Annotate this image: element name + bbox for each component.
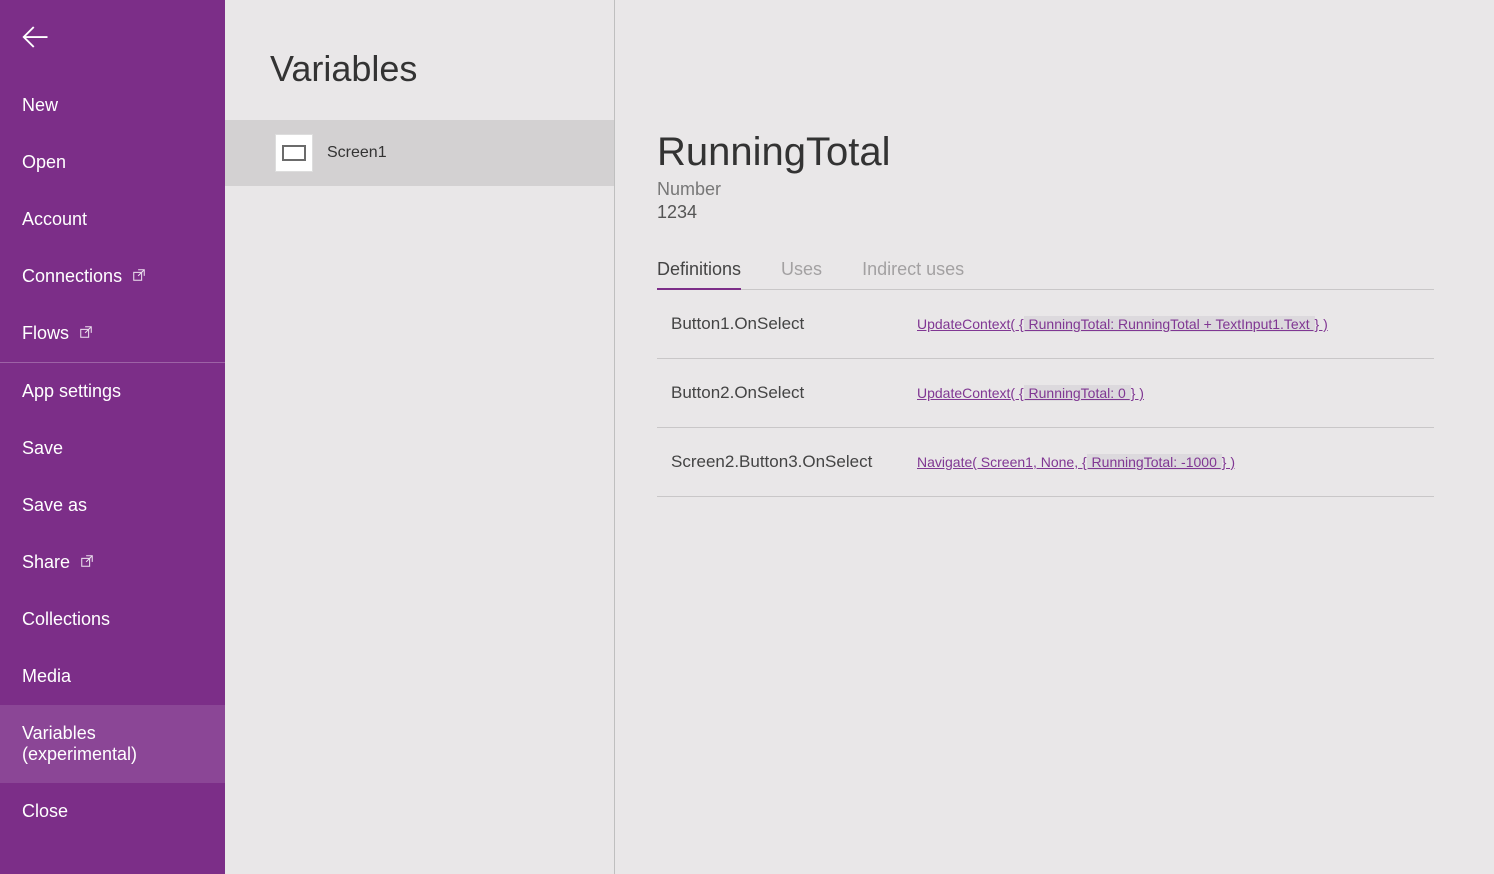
- screen-label: Screen1: [327, 144, 387, 162]
- sidebar-item-label: Connections: [22, 266, 122, 287]
- screens-panel: Variables Screen1: [225, 0, 615, 874]
- sidebar-item-label: Save: [22, 438, 63, 459]
- definition-formula-link[interactable]: Navigate( Screen1, None, { RunningTotal:…: [917, 454, 1235, 470]
- sidebar-item-label: Variables (experimental): [22, 723, 203, 765]
- formula-highlight: RunningTotal: -1000: [1087, 454, 1222, 470]
- sidebar-item-share[interactable]: Share: [0, 534, 225, 591]
- screen-row[interactable]: Screen1: [225, 120, 614, 186]
- sidebar-item-flows[interactable]: Flows: [0, 305, 225, 362]
- definition-source: Screen2.Button3.OnSelect: [671, 452, 917, 472]
- external-link-icon: [132, 266, 146, 287]
- sidebar-item-label: Account: [22, 209, 87, 230]
- tab-definitions[interactable]: Definitions: [657, 259, 741, 290]
- sidebar-item-collections[interactable]: Collections: [0, 591, 225, 648]
- sidebar-item-label: Media: [22, 666, 71, 687]
- sidebar-item-label: Collections: [22, 609, 110, 630]
- variable-value: 1234: [657, 202, 1434, 223]
- variable-type: Number: [657, 179, 1434, 200]
- definition-formula-link[interactable]: UpdateContext( { RunningTotal: 0 } ): [917, 385, 1144, 401]
- sidebar-item-media[interactable]: Media: [0, 648, 225, 705]
- formula-highlight: RunningTotal: 0: [1024, 385, 1131, 401]
- sidebar-item-app-settings[interactable]: App settings: [0, 363, 225, 420]
- back-button[interactable]: [0, 0, 225, 77]
- sidebar-item-new[interactable]: New: [0, 77, 225, 134]
- definition-row: Button2.OnSelectUpdateContext( { Running…: [657, 359, 1434, 428]
- formula-prefix: Navigate( Screen1, None, {: [917, 454, 1087, 470]
- detail-tabs: Definitions Uses Indirect uses: [657, 259, 1434, 290]
- sidebar-item-label: Open: [22, 152, 66, 173]
- definition-source: Button1.OnSelect: [671, 314, 917, 334]
- sidebar-item-save[interactable]: Save: [0, 420, 225, 477]
- formula-highlight: RunningTotal: RunningTotal + TextInput1.…: [1024, 316, 1315, 332]
- formula-suffix: } ): [1222, 454, 1235, 470]
- arrow-left-icon: [20, 39, 50, 56]
- sidebar-item-label: Close: [22, 801, 68, 822]
- sidebar-item-label: App settings: [22, 381, 121, 402]
- definition-source: Button2.OnSelect: [671, 383, 917, 403]
- definition-formula-link[interactable]: UpdateContext( { RunningTotal: RunningTo…: [917, 316, 1328, 332]
- sidebar-item-open[interactable]: Open: [0, 134, 225, 191]
- sidebar-item-save-as[interactable]: Save as: [0, 477, 225, 534]
- sidebar-item-label: New: [22, 95, 58, 116]
- sidebar: New Open Account Connections Flows App settin…: [0, 0, 225, 874]
- formula-suffix: } ): [1131, 385, 1144, 401]
- variable-detail: RunningTotal Number 1234 Definitions Uses…: [615, 0, 1494, 874]
- panel-title: Variables: [225, 48, 614, 120]
- sidebar-item-connections[interactable]: Connections: [0, 248, 225, 305]
- sidebar-item-close[interactable]: Close: [0, 783, 225, 840]
- sidebar-item-variables-experimental[interactable]: Variables (experimental): [0, 705, 225, 783]
- sidebar-item-label: Flows: [22, 323, 69, 344]
- external-link-icon: [79, 323, 93, 344]
- definition-row: Screen2.Button3.OnSelectNavigate( Screen…: [657, 428, 1434, 497]
- sidebar-item-label: Share: [22, 552, 70, 573]
- screen-icon: [275, 134, 313, 172]
- sidebar-item-account[interactable]: Account: [0, 191, 225, 248]
- tab-indirect-uses[interactable]: Indirect uses: [862, 259, 964, 289]
- variable-name: RunningTotal: [657, 130, 1434, 175]
- external-link-icon: [80, 552, 94, 573]
- definitions-list: Button1.OnSelectUpdateContext( { Running…: [657, 290, 1434, 497]
- tab-uses[interactable]: Uses: [781, 259, 822, 289]
- formula-prefix: UpdateContext( {: [917, 385, 1024, 401]
- screens-list: Screen1: [225, 120, 614, 186]
- formula-suffix: } ): [1315, 316, 1328, 332]
- definition-row: Button1.OnSelectUpdateContext( { Running…: [657, 290, 1434, 359]
- sidebar-nav-list: New Open Account Connections Flows App settin…: [0, 77, 225, 840]
- formula-prefix: UpdateContext( {: [917, 316, 1024, 332]
- sidebar-item-label: Save as: [22, 495, 87, 516]
